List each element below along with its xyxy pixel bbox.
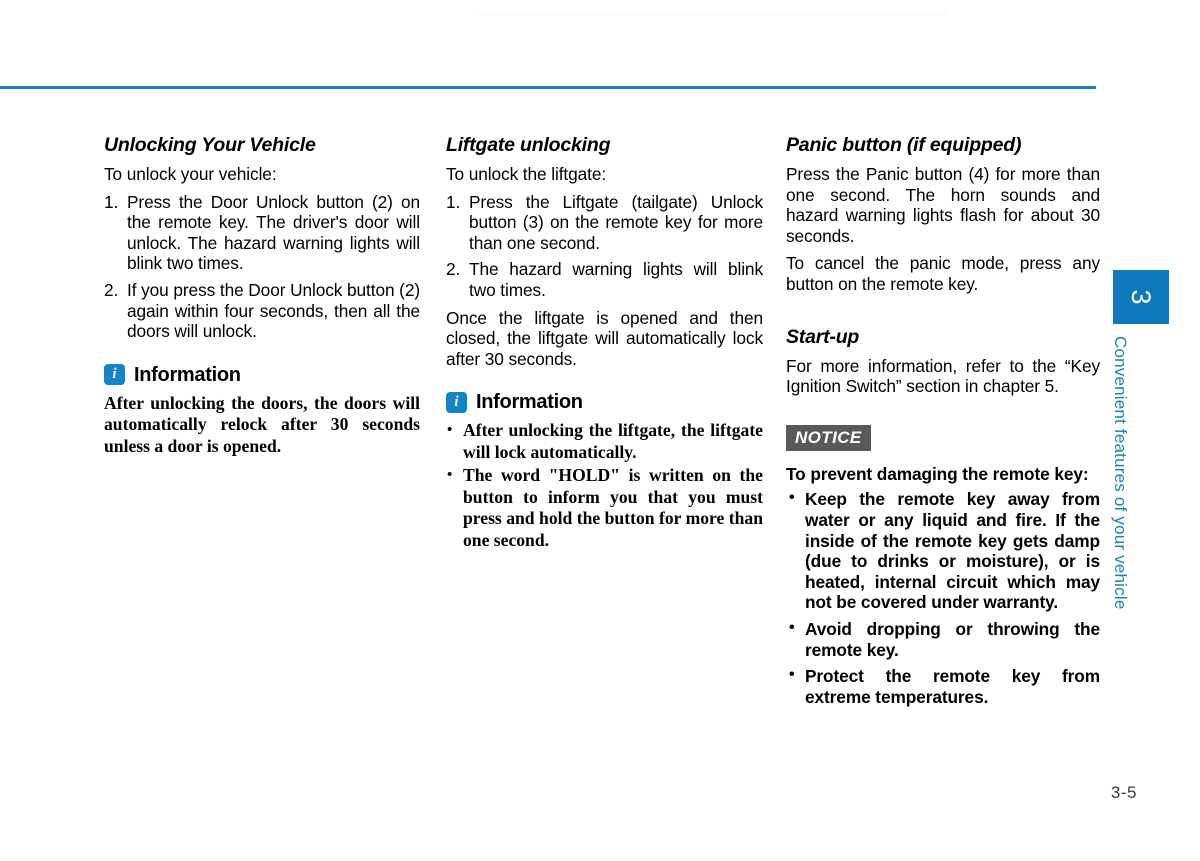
list-item: 2. If you press the Door Unlock button (… (104, 280, 420, 342)
column-left: Unlocking Your Vehicle To unlock your ve… (104, 134, 420, 457)
liftgate-steps-list: 1. Press the Liftgate (tailgate) Unlock … (446, 192, 763, 301)
step-number: 1. (104, 191, 119, 212)
list-item: 1. Press the Door Unlock button (2) on t… (104, 192, 420, 274)
information-title: Information (476, 391, 583, 414)
information-header: i Information (446, 391, 763, 413)
list-item: After unlocking the liftgate, the liftga… (446, 420, 763, 463)
info-icon: i (446, 391, 467, 413)
list-item: 1. Press the Liftgate (tailgate) Unlock … (446, 192, 763, 254)
start-up-paragraph: For more information, refer to the “Key … (786, 355, 1100, 397)
information-box-middle: i Information After unlocking the liftga… (446, 391, 763, 551)
step-number: 2. (446, 259, 461, 280)
notice-lead-text: To prevent damaging the remote key: (786, 463, 1089, 484)
panic-paragraph-1: Press the Panic button (4) for more than… (786, 164, 1100, 246)
step-text: Press the Liftgate (tailgate) Unlock but… (469, 191, 763, 253)
liftgate-intro: To unlock the liftgate: (446, 164, 607, 184)
step-text: Press the Door Unlock button (2) on the … (127, 191, 420, 274)
chapter-title-vertical: Convenient features of your vehicle (1111, 336, 1130, 610)
section-heading-panic-button: Panic button (if equipped) (786, 134, 1022, 156)
step-text: The hazard warning lights will blink two… (469, 259, 763, 300)
information-body: After unlocking the doors, the doors wil… (104, 392, 420, 456)
step-text: If you press the Door Unlock button (2) … (127, 279, 420, 342)
information-header: i Information (104, 364, 420, 386)
column-right: Panic button (if equipped) Press the Pan… (786, 134, 1100, 707)
manual-page: Unlocking Your Vehicle To unlock your ve… (0, 0, 1200, 861)
section-heading-liftgate-unlocking: Liftgate unlocking (446, 134, 611, 156)
page-number: 3-5 (1110, 783, 1137, 802)
information-title: Information (134, 363, 241, 386)
information-bullet-list: After unlocking the liftgate, the liftga… (446, 420, 763, 551)
chapter-number: 3 (1126, 289, 1156, 305)
unlocking-steps-list: 1. Press the Door Unlock button (2) on t… (104, 192, 420, 342)
information-box-left: i Information After unlocking the doors,… (104, 364, 420, 458)
top-edge-artifact (478, 11, 948, 16)
chapter-tab: 3 (1113, 270, 1169, 324)
list-item: Avoid dropping or throwing the remote ke… (786, 618, 1100, 660)
notice-box: NOTICE To prevent damaging the remote ke… (786, 424, 1100, 708)
liftgate-closing-paragraph: Once the liftgate is opened and then clo… (446, 307, 763, 369)
unlocking-intro: To unlock your vehicle: (104, 164, 277, 184)
step-number: 2. (104, 279, 119, 300)
section-heading-unlocking-your-vehicle: Unlocking Your Vehicle (104, 134, 316, 156)
list-item: Protect the remote key from extreme temp… (786, 665, 1100, 707)
column-middle: Liftgate unlocking To unlock the liftgat… (446, 134, 763, 551)
step-number: 1. (446, 191, 461, 212)
header-rule (0, 86, 1096, 89)
notice-bullet-list: Keep the remote key away from water or a… (786, 488, 1100, 707)
list-item: The word "HOLD" is written on the button… (446, 465, 763, 551)
list-item: 2. The hazard warning lights will blink … (446, 259, 763, 300)
list-item: Keep the remote key away from water or a… (786, 488, 1100, 613)
notice-badge: NOTICE (786, 424, 871, 451)
section-heading-start-up: Start-up (786, 325, 860, 348)
panic-paragraph-2: To cancel the panic mode, press any butt… (786, 253, 1100, 294)
info-icon: i (104, 364, 125, 386)
